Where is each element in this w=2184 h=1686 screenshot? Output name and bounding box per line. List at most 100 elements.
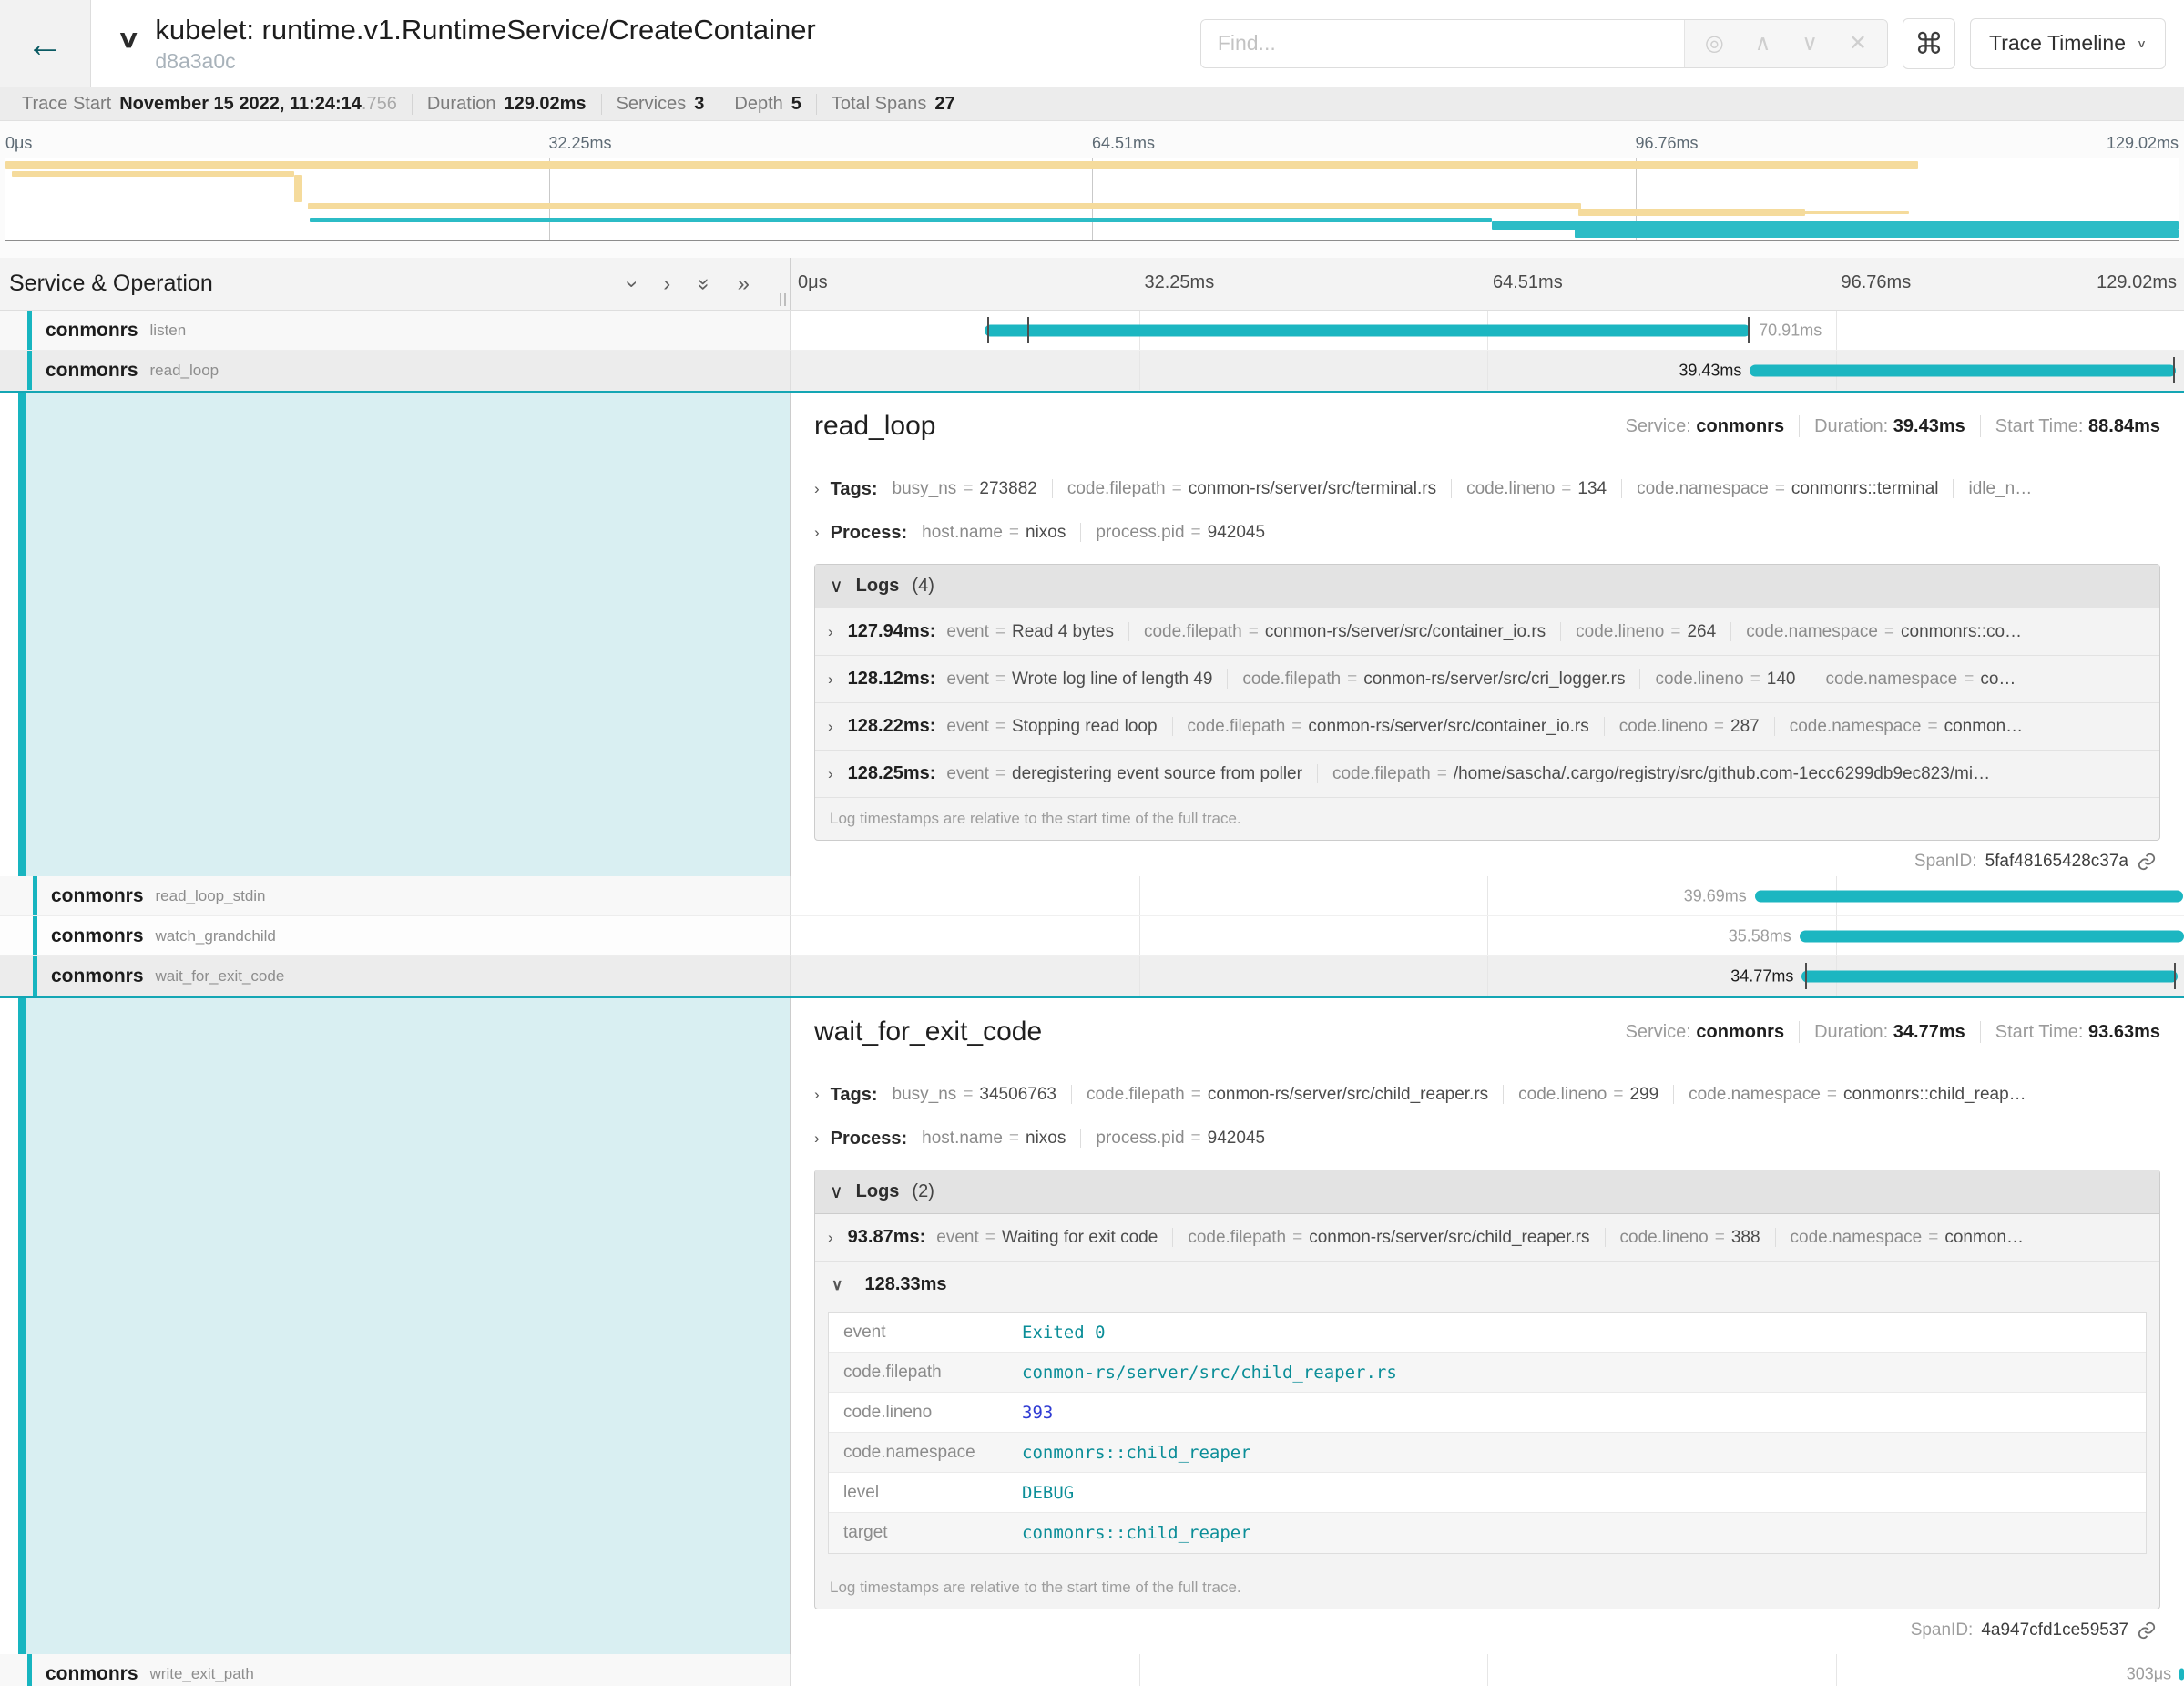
tags-kv-list: busy_ns=34506763code.filepath=conmon-rs/…: [893, 1085, 2041, 1105]
tags-row[interactable]: › Tags: busy_ns=34506763code.filepath=co…: [814, 1081, 2160, 1109]
trace-collapse-toggle[interactable]: ∨: [117, 25, 140, 54]
equals-sign: =: [963, 1085, 973, 1104]
operation-name: read_loop_stdin: [156, 887, 266, 905]
kv-key: code.namespace: [1746, 622, 1878, 641]
locate-icon[interactable]: ◎: [1705, 30, 1724, 56]
span-duration-bar[interactable]: [1750, 364, 2176, 376]
span-timeline-cell[interactable]: 70.91ms: [791, 311, 2184, 351]
kv-key: event: [936, 1228, 978, 1247]
kv-key: process.pid: [1096, 523, 1184, 542]
span-name-cell[interactable]: conmonrs listen: [0, 311, 791, 351]
span-duration-bar[interactable]: [2179, 1668, 2184, 1680]
span-timeline-cell[interactable]: 34.77ms: [791, 956, 2184, 996]
span-duration-bar[interactable]: [1801, 970, 2177, 982]
next-match-icon[interactable]: ∨: [1801, 30, 1818, 56]
minimap-canvas[interactable]: [5, 158, 2179, 241]
span-row-watch-grandchild[interactable]: conmonrs watch_grandchild 35.58ms: [0, 916, 2184, 956]
view-selector-button[interactable]: Trace Timeline ∨: [1970, 18, 2166, 69]
span-name-cell[interactable]: conmonrs read_loop: [0, 351, 791, 391]
log-timestamp: 128.12ms:: [848, 669, 936, 690]
column-resizer-handle[interactable]: [780, 293, 786, 306]
span-row-read-loop-stdin[interactable]: conmonrs read_loop_stdin 39.69ms: [0, 876, 2184, 916]
back-button[interactable]: ←: [0, 0, 91, 87]
span-timeline-cell[interactable]: 39.43ms: [791, 351, 2184, 391]
meta-label: Total Spans: [832, 94, 927, 115]
service-name: conmonrs: [51, 885, 144, 907]
kv-key: busy_ns: [893, 479, 957, 498]
log-entry[interactable]: › 93.87ms: event=Waiting for exit codeco…: [815, 1214, 2159, 1262]
collapse-one-icon[interactable]: ›: [621, 281, 643, 288]
minimap-span: [1492, 221, 2179, 230]
kv-value: co…: [1980, 669, 2016, 689]
span-timeline-cell[interactable]: 39.69ms: [791, 876, 2184, 916]
equals-sign: =: [963, 479, 973, 498]
span-detail-title: wait_for_exit_code: [814, 1017, 1042, 1047]
log-kv-list: event=Read 4 bytescode.filepath=conmon-r…: [946, 622, 2036, 642]
log-fields-table: event Exited 0 code.filepath conmon-rs/s…: [828, 1312, 2147, 1554]
logs-header[interactable]: ∨ Logs (4): [815, 565, 2159, 608]
expand-all-icon[interactable]: »: [738, 273, 750, 295]
equals-sign: =: [1670, 622, 1680, 641]
timeline-minimap: 0μs 32.25ms 64.51ms 96.76ms 129.02ms: [0, 121, 2184, 258]
operation-name: watch_grandchild: [156, 927, 276, 945]
expanded-log-header[interactable]: ∨ 128.33ms: [828, 1265, 2147, 1304]
minimap-span: [1578, 209, 1804, 216]
span-name-cell[interactable]: conmonrs watch_grandchild: [0, 916, 791, 956]
clear-search-icon[interactable]: ✕: [1849, 30, 1867, 56]
equals-sign: =: [1928, 1228, 1938, 1247]
span-row-read-loop[interactable]: conmonrs read_loop 39.43ms: [0, 351, 2184, 391]
field-value: 393: [1022, 1403, 1053, 1423]
equals-sign: =: [1191, 523, 1201, 542]
span-name-cell[interactable]: conmonrs write_exit_path: [0, 1654, 791, 1686]
span-id-value: 4a947cfd1ce59537: [1981, 1620, 2128, 1640]
span-row-write-exit-path[interactable]: conmonrs write_exit_path 303μs: [0, 1654, 2184, 1686]
logs-header[interactable]: ∨ Logs (2): [815, 1170, 2159, 1214]
kv-pair: code.filepath=conmon-rs/server/src/cri_l…: [1227, 669, 1639, 689]
minimap-span: [310, 218, 1492, 222]
keyboard-shortcuts-button[interactable]: ⌘: [1903, 18, 1955, 69]
span-row-listen[interactable]: conmonrs listen 70.91ms: [0, 311, 2184, 351]
span-timeline-cell[interactable]: 35.58ms: [791, 916, 2184, 956]
span-duration-bar[interactable]: [1755, 890, 2184, 902]
expand-one-icon[interactable]: ›: [663, 273, 670, 295]
span-timeline-cell[interactable]: 303μs: [791, 1654, 2184, 1686]
log-entry[interactable]: › 128.25ms: event=deregistering event so…: [815, 751, 2159, 798]
command-icon: ⌘: [1914, 26, 1944, 61]
find-input[interactable]: [1201, 20, 1684, 67]
process-row[interactable]: › Process: host.name=nixosprocess.pid=94…: [814, 1125, 2160, 1152]
process-label: Process:: [831, 523, 908, 544]
log-entry[interactable]: › 128.22ms: event=Stopping read loopcode…: [815, 703, 2159, 751]
kv-pair: code.namespace=conmonrs::terminal: [1621, 479, 1953, 498]
timeline-gridline: [1487, 876, 1488, 915]
kv-value: 134: [1577, 479, 1607, 498]
chevron-down-icon: ∨: [830, 1180, 843, 1203]
log-entry[interactable]: › 127.94ms: event=Read 4 bytescode.filep…: [815, 608, 2159, 656]
span-row-wait-for-exit-code[interactable]: conmonrs wait_for_exit_code 34.77ms: [0, 956, 2184, 996]
minimap-span: [294, 175, 301, 202]
service-color-bar: [27, 311, 32, 350]
span-duration-bar[interactable]: [1800, 930, 2184, 942]
field-value: conmonrs::child_reaper: [1022, 1523, 1251, 1543]
chevron-right-icon: ›: [828, 765, 833, 783]
prev-match-icon[interactable]: ∧: [1755, 30, 1771, 56]
log-entry[interactable]: › 128.12ms: event=Wrote log line of leng…: [815, 656, 2159, 703]
tags-row[interactable]: › Tags: busy_ns=273882code.filepath=conm…: [814, 475, 2160, 503]
kv-value: 34506763: [979, 1085, 1056, 1104]
minimap-span: [12, 171, 294, 177]
kv-key: code.filepath: [1067, 479, 1166, 498]
collapse-all-icon[interactable]: »: [693, 278, 715, 290]
field-key: code.lineno: [829, 1403, 1022, 1423]
span-name-cell[interactable]: conmonrs wait_for_exit_code: [0, 956, 791, 996]
span-duration-bar[interactable]: [985, 324, 1751, 336]
equals-sign: =: [995, 764, 1005, 783]
process-row[interactable]: › Process: host.name=nixosprocess.pid=94…: [814, 519, 2160, 547]
link-icon[interactable]: [2137, 852, 2157, 872]
kv-pair: host.name=nixos: [922, 1129, 1080, 1148]
equals-sign: =: [1437, 764, 1447, 783]
service-color-bar: [33, 876, 37, 915]
kv-key: code.namespace: [1637, 479, 1769, 498]
link-icon[interactable]: [2137, 1620, 2157, 1640]
span-name-cell[interactable]: conmonrs read_loop_stdin: [0, 876, 791, 916]
field-key: code.filepath: [829, 1363, 1022, 1383]
kv-key: event: [946, 622, 988, 641]
